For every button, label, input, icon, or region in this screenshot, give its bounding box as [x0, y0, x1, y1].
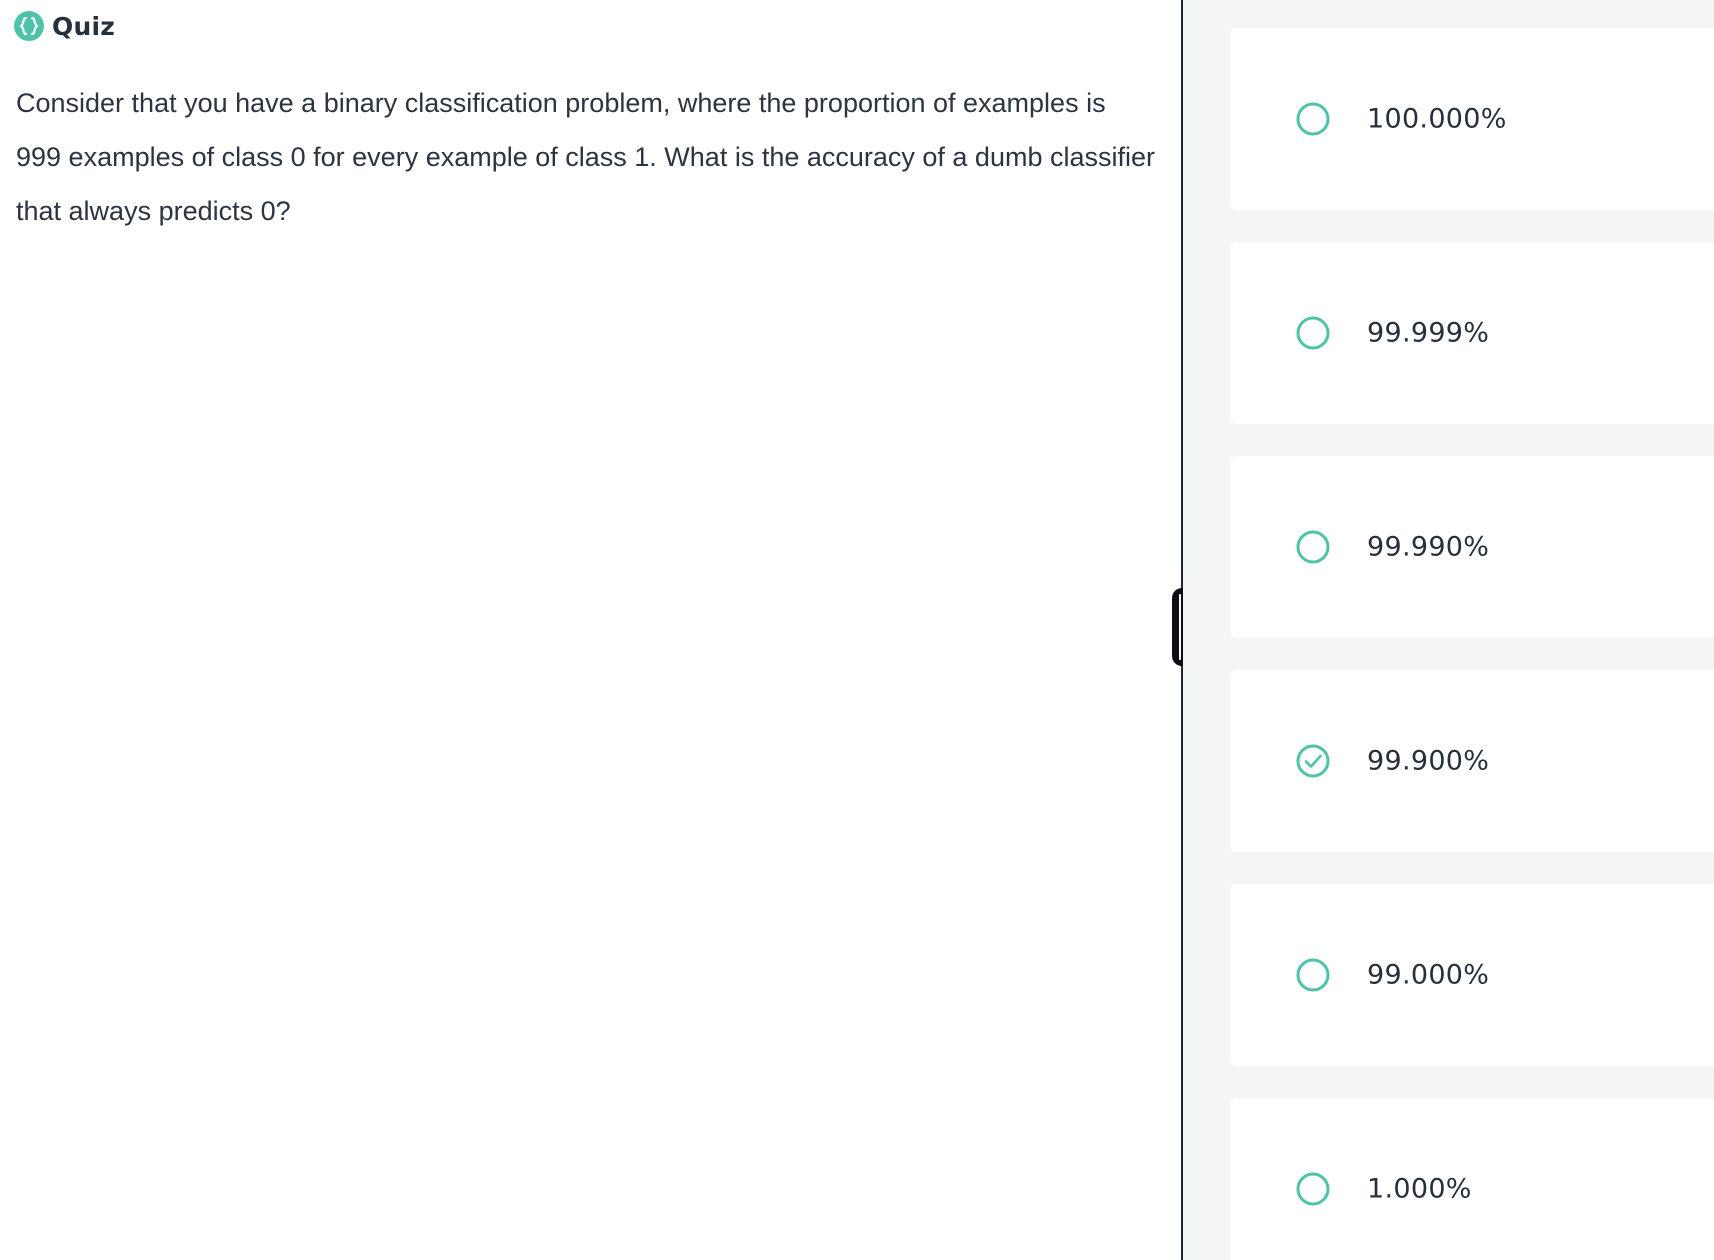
option-label: 1.000% — [1367, 1173, 1472, 1205]
option-label: 99.000% — [1367, 959, 1490, 991]
quiz-layout: Quiz Consider that you have a binary cla… — [0, 0, 1714, 1260]
question-pane: Quiz Consider that you have a binary cla… — [0, 0, 1182, 1260]
option-99-990[interactable]: 99.990% — [1230, 456, 1714, 638]
option-99-900[interactable]: 99.900% — [1230, 670, 1714, 852]
quiz-title: Quiz — [52, 11, 115, 41]
option-label: 100.000% — [1367, 103, 1507, 135]
option-99-999[interactable]: 99.999% — [1230, 242, 1714, 424]
radio-circle-icon[interactable] — [1296, 102, 1330, 136]
radio-circle-icon[interactable] — [1296, 316, 1330, 350]
question-text: Consider that you have a binary classifi… — [16, 88, 1155, 226]
radio-circle-icon[interactable] — [1296, 530, 1330, 564]
option-label: 99.900% — [1367, 745, 1490, 777]
option-1-000[interactable]: 1.000% — [1230, 1098, 1714, 1260]
option-label: 99.990% — [1367, 531, 1490, 563]
option-100-000[interactable]: 100.000% — [1230, 28, 1714, 210]
curly-braces-icon — [14, 11, 44, 41]
option-label: 99.999% — [1367, 317, 1490, 349]
options-pane: 100.000% 99.999% 99.990% 99.900% 99.000%… — [1183, 0, 1714, 1260]
grip-line — [1178, 594, 1181, 660]
quiz-header: Quiz — [14, 10, 115, 42]
radio-circle-icon[interactable] — [1296, 958, 1330, 992]
option-99-000[interactable]: 99.000% — [1230, 884, 1714, 1066]
radio-circle-icon[interactable] — [1296, 1172, 1330, 1206]
radio-check-icon[interactable] — [1296, 744, 1330, 778]
